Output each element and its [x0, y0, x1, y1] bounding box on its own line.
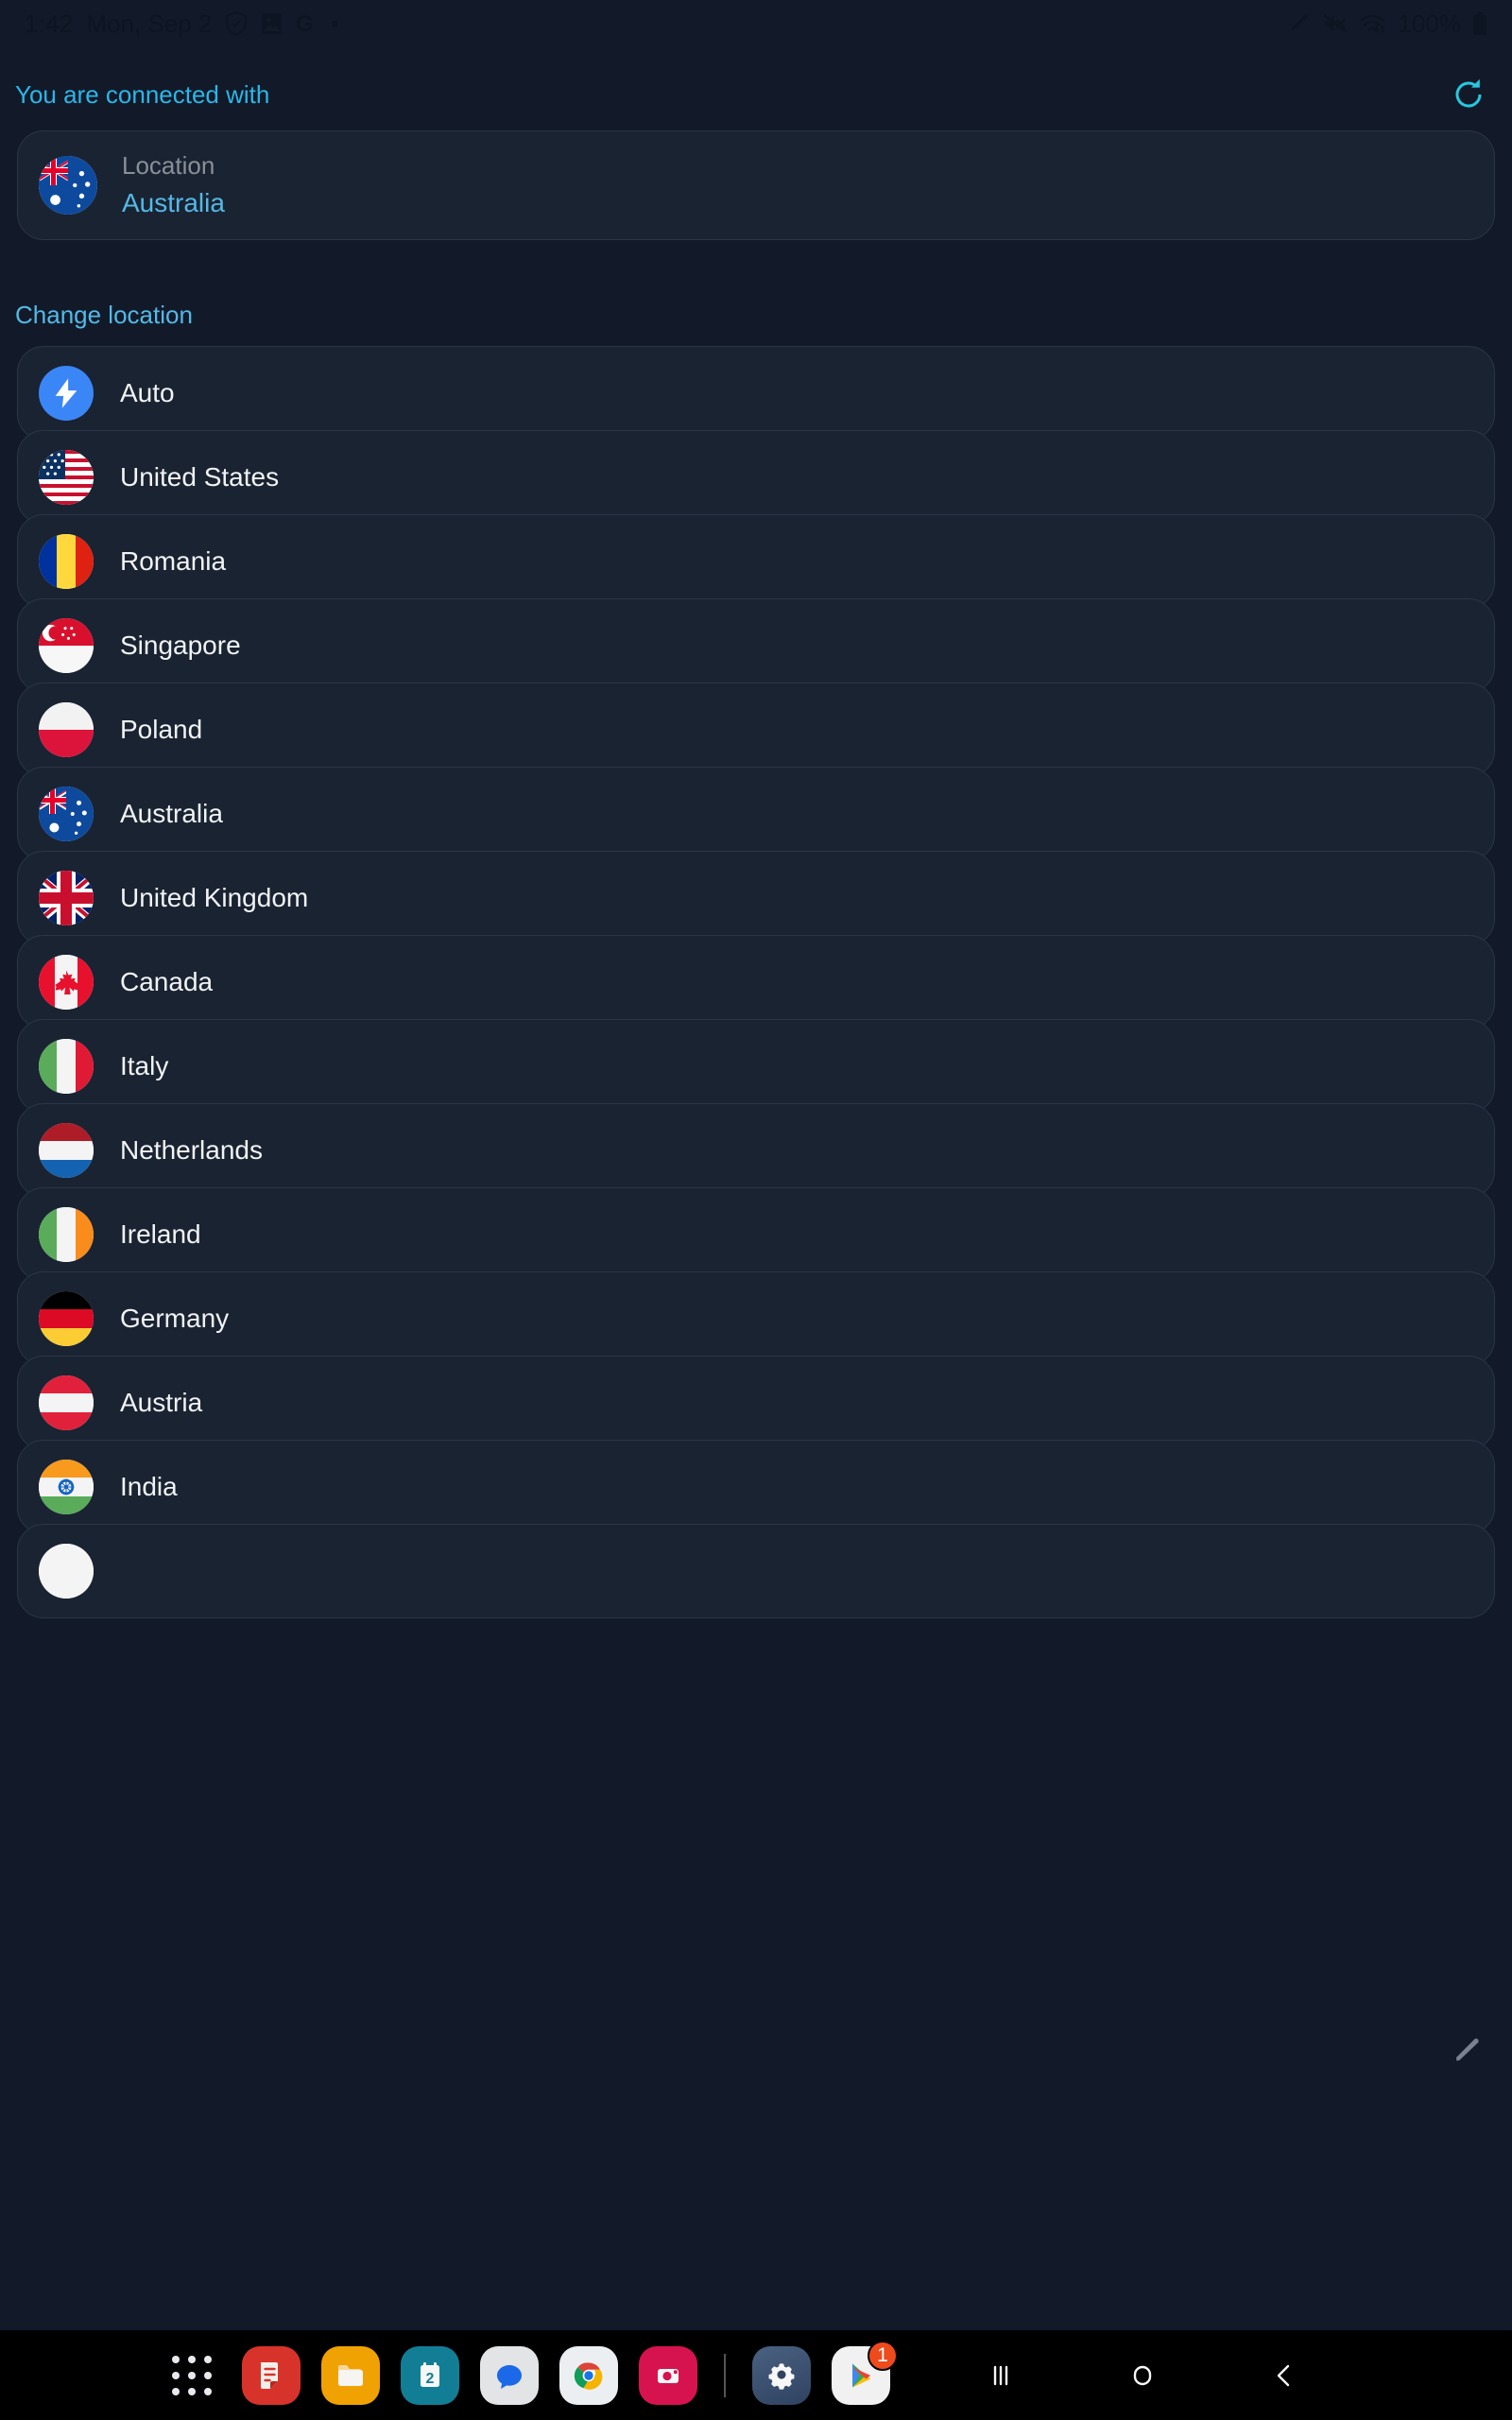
- wifi-icon: [1359, 12, 1387, 35]
- location-row-label: United Kingdom: [120, 883, 309, 912]
- taskbar-divider: [724, 2353, 726, 2397]
- photo-icon: [261, 11, 283, 36]
- current-location-text: Location Australia: [122, 149, 225, 221]
- taskbar-apps: 2 1: [157, 2340, 1355, 2411]
- play-store-icon: 1: [832, 2340, 898, 2405]
- status-bar: 1:42 Mon, Sep 2 G 100%: [0, 0, 1512, 47]
- recents-button[interactable]: [930, 2341, 1072, 2411]
- taskbar-app-settings[interactable]: [747, 2341, 816, 2411]
- flag-netherlands-icon: [39, 1123, 94, 1178]
- location-row-label: Australia: [120, 799, 223, 828]
- messages-icon: [480, 2345, 539, 2405]
- location-row-label: Singapore: [120, 631, 241, 660]
- location-row-partial[interactable]: [17, 1524, 1495, 1618]
- location-row-romania[interactable]: Romania: [17, 514, 1495, 609]
- flag-italy-icon: [39, 1039, 94, 1094]
- calendar-icon: 2: [401, 2345, 459, 2405]
- flag-germany-icon: [39, 1291, 94, 1346]
- battery-percent: 100%: [1398, 9, 1462, 38]
- location-row-italy[interactable]: Italy: [17, 1019, 1495, 1114]
- taskbar-app-play-store[interactable]: 1: [826, 2340, 898, 2411]
- battery-icon: [1472, 11, 1487, 36]
- location-row-ireland[interactable]: Ireland: [17, 1187, 1495, 1282]
- app-screen: 1:42 Mon, Sep 2 G 100% You are connected…: [0, 0, 1512, 2420]
- location-row-label: Poland: [120, 715, 203, 744]
- taskbar-app-camera[interactable]: [633, 2341, 703, 2411]
- play-store-badge: 1: [868, 2340, 898, 2371]
- connected-header: You are connected with: [0, 68, 1512, 121]
- location-row-australia[interactable]: Australia: [17, 767, 1495, 861]
- flag-austria-icon: [39, 1375, 94, 1430]
- location-row-india[interactable]: India: [17, 1440, 1495, 1534]
- location-row-austria[interactable]: Austria: [17, 1356, 1495, 1450]
- status-date: Mon, Sep 2: [86, 9, 213, 38]
- svg-text:2: 2: [426, 2371, 435, 2387]
- location-value: Australia: [122, 188, 225, 218]
- status-time: 1:42: [25, 9, 74, 38]
- camera-icon: [639, 2345, 697, 2405]
- location-row-united-kingdom[interactable]: United Kingdom: [17, 851, 1495, 945]
- location-row-canada[interactable]: Canada: [17, 935, 1495, 1029]
- flag-india-icon: [39, 1460, 94, 1514]
- back-button[interactable]: [1213, 2341, 1355, 2411]
- taskbar-app-calendar[interactable]: 2: [395, 2341, 465, 2411]
- my-files-icon: [321, 2345, 380, 2405]
- flag-canada-icon: [39, 955, 94, 1010]
- location-row-label: Ireland: [120, 1219, 201, 1249]
- flag-partial-icon: [39, 1544, 94, 1599]
- chrome-icon: [559, 2345, 618, 2405]
- taskbar-app-chrome[interactable]: [554, 2341, 624, 2411]
- status-bar-left: 1:42 Mon, Sep 2 G: [25, 9, 339, 39]
- location-row-label: Germany: [120, 1304, 230, 1333]
- status-bar-right: 100%: [1289, 9, 1488, 39]
- location-row-auto[interactable]: Auto: [17, 346, 1495, 441]
- taskbar-app-my-files[interactable]: [316, 2341, 386, 2411]
- apps-drawer-button[interactable]: [157, 2341, 227, 2411]
- location-row-label: Austria: [120, 1388, 203, 1417]
- flag-singapore-icon: [39, 618, 94, 673]
- location-label: Location: [122, 151, 215, 181]
- taskbar: 2 1: [0, 2330, 1512, 2420]
- change-location-label: Change location: [15, 301, 193, 329]
- location-row-united-states[interactable]: United States: [17, 430, 1495, 525]
- pencil-icon: [1289, 12, 1312, 35]
- flag-poland-icon: [39, 702, 94, 757]
- location-row-label: Auto: [120, 378, 175, 407]
- shield-check-icon: [225, 11, 248, 36]
- location-row-label: Netherlands: [120, 1135, 263, 1165]
- location-row-label: United States: [120, 462, 280, 492]
- location-row-germany[interactable]: Germany: [17, 1271, 1495, 1366]
- location-row-netherlands[interactable]: Netherlands: [17, 1103, 1495, 1198]
- flag-australia-icon: [39, 786, 94, 841]
- gear-icon: [752, 2345, 811, 2405]
- flag-romania-icon: [39, 534, 94, 589]
- refresh-icon[interactable]: [1442, 68, 1495, 121]
- google-g-icon: G: [296, 11, 318, 36]
- svg-text:G: G: [296, 11, 314, 36]
- flag-ireland-icon: [39, 1207, 94, 1262]
- location-row-label: India: [120, 1472, 178, 1501]
- location-row-singapore[interactable]: Singapore: [17, 598, 1495, 693]
- location-row-label: Canada: [120, 967, 214, 996]
- flag-australia-icon: [39, 156, 97, 215]
- connected-title: You are connected with: [15, 79, 270, 109]
- volume-mute-icon: [1322, 12, 1348, 35]
- apps-grid-icon: [172, 2355, 212, 2395]
- home-button[interactable]: [1072, 2341, 1213, 2411]
- samsung-notes-icon: [242, 2345, 301, 2405]
- location-row-label: Romania: [120, 546, 227, 576]
- current-location-card[interactable]: Location Australia: [17, 130, 1495, 240]
- navigation-buttons: [930, 2341, 1355, 2411]
- location-row-label: Italy: [120, 1051, 169, 1080]
- lightning-bolt-icon: [39, 366, 94, 421]
- taskbar-app-samsung-notes[interactable]: [236, 2341, 306, 2411]
- flag-united-states-icon: [39, 450, 94, 505]
- taskbar-app-messages[interactable]: [474, 2341, 544, 2411]
- location-row-poland[interactable]: Poland: [17, 683, 1495, 777]
- flag-united-kingdom-icon: [39, 871, 94, 925]
- dot-icon: [332, 20, 339, 27]
- edge-pencil-icon[interactable]: [1440, 2023, 1497, 2080]
